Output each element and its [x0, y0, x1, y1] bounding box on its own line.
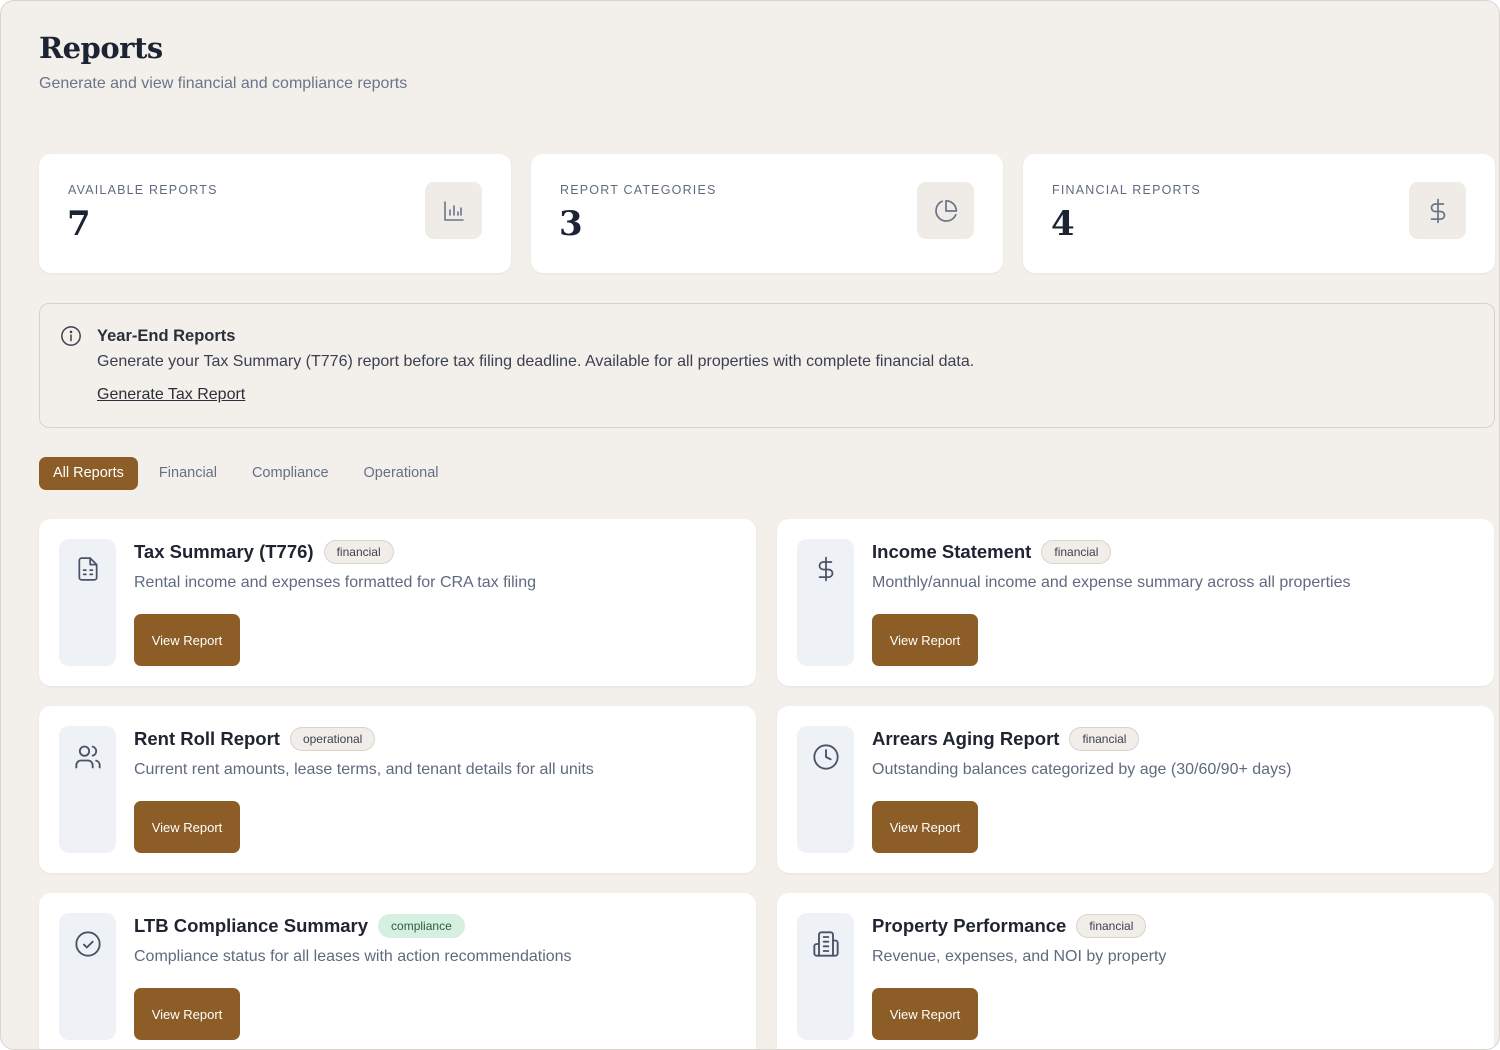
report-title-row: LTB Compliance Summary compliance: [134, 914, 465, 938]
view-report-button[interactable]: View Report: [872, 988, 978, 1040]
view-report-button[interactable]: View Report: [134, 988, 240, 1040]
report-card-rent-roll: Rent Roll Report operational Current ren…: [39, 706, 756, 873]
category-badge: financial: [1076, 914, 1147, 938]
report-description: Current rent amounts, lease terms, and t…: [134, 761, 594, 778]
category-badge: financial: [1041, 540, 1112, 564]
building-icon: [812, 930, 840, 1040]
tab-all-reports[interactable]: All Reports: [39, 457, 138, 490]
report-icon-box: [797, 913, 854, 1040]
report-title: Rent Roll Report: [134, 728, 280, 749]
report-title: Tax Summary (T776): [134, 541, 314, 562]
category-badge: operational: [289, 727, 376, 751]
page-title: Reports: [39, 31, 163, 65]
stat-label: AVAILABLE REPORTS: [68, 183, 218, 197]
view-report-button[interactable]: View Report: [134, 614, 240, 666]
view-report-button[interactable]: View Report: [872, 801, 978, 853]
report-title: Property Performance: [872, 915, 1067, 936]
stat-card-report-categories: REPORT CATEGORIES 3: [531, 154, 1003, 273]
report-icon-box: [59, 726, 116, 853]
tab-operational[interactable]: Operational: [350, 457, 453, 490]
report-title-row: Rent Roll Report operational: [134, 727, 376, 751]
generate-tax-report-link[interactable]: Generate Tax Report: [97, 386, 245, 404]
report-title: Arrears Aging Report: [872, 728, 1060, 749]
report-card-tax-summary: Tax Summary (T776) financial Rental inco…: [39, 519, 756, 686]
dollar-icon: [813, 556, 839, 666]
report-title-row: Arrears Aging Report financial: [872, 727, 1140, 751]
clock-icon: [812, 743, 840, 853]
report-icon-box: [59, 539, 116, 666]
report-card-income-statement: Income Statement financial Monthly/annua…: [777, 519, 1494, 686]
report-icon-box: [59, 913, 116, 1040]
report-card-ltb-compliance: LTB Compliance Summary compliance Compli…: [39, 893, 756, 1049]
stat-value: 7: [67, 204, 91, 244]
pie-chart-icon: [917, 182, 974, 239]
view-report-button[interactable]: View Report: [872, 614, 978, 666]
tab-compliance[interactable]: Compliance: [238, 457, 343, 490]
year-end-notice: Year-End Reports Generate your Tax Summa…: [39, 303, 1495, 428]
document-icon: [75, 556, 101, 666]
report-description: Rental income and expenses formatted for…: [134, 574, 536, 591]
bar-chart-icon: [425, 182, 482, 239]
report-title: Income Statement: [872, 541, 1032, 562]
report-title-row: Tax Summary (T776) financial: [134, 540, 394, 564]
report-card-property-performance: Property Performance financial Revenue, …: [777, 893, 1494, 1049]
notice-text: Generate your Tax Summary (T776) report …: [97, 353, 975, 370]
report-title-row: Property Performance financial: [872, 914, 1147, 938]
stat-label: FINANCIAL REPORTS: [1052, 183, 1201, 197]
report-description: Compliance status for all leases with ac…: [134, 948, 572, 965]
info-icon: [60, 325, 82, 347]
category-badge: compliance: [378, 914, 465, 938]
stat-card-available-reports: AVAILABLE REPORTS 7: [39, 154, 511, 273]
view-report-button[interactable]: View Report: [134, 801, 240, 853]
report-filter-tabs: All Reports Financial Compliance Operati…: [39, 457, 460, 490]
report-description: Monthly/annual income and expense summar…: [872, 574, 1351, 591]
report-description: Outstanding balances categorized by age …: [872, 761, 1292, 778]
notice-title: Year-End Reports: [97, 327, 236, 345]
report-description: Revenue, expenses, and NOI by property: [872, 948, 1167, 965]
stat-value: 3: [559, 204, 583, 244]
category-badge: financial: [323, 540, 394, 564]
check-circle-icon: [74, 930, 102, 1040]
users-icon: [74, 743, 102, 853]
dollar-icon: [1409, 182, 1466, 239]
report-title-row: Income Statement financial: [872, 540, 1112, 564]
tab-financial[interactable]: Financial: [145, 457, 231, 490]
stat-label: REPORT CATEGORIES: [560, 183, 717, 197]
category-badge: financial: [1069, 727, 1140, 751]
reports-page: Reports Generate and view financial and …: [0, 0, 1500, 1050]
stat-card-financial-reports: FINANCIAL REPORTS 4: [1023, 154, 1495, 273]
report-card-arrears-aging: Arrears Aging Report financial Outstandi…: [777, 706, 1494, 873]
report-title: LTB Compliance Summary: [134, 915, 369, 936]
stat-value: 4: [1051, 204, 1075, 244]
report-icon-box: [797, 726, 854, 853]
report-icon-box: [797, 539, 854, 666]
page-subtitle: Generate and view financial and complian…: [39, 75, 408, 92]
